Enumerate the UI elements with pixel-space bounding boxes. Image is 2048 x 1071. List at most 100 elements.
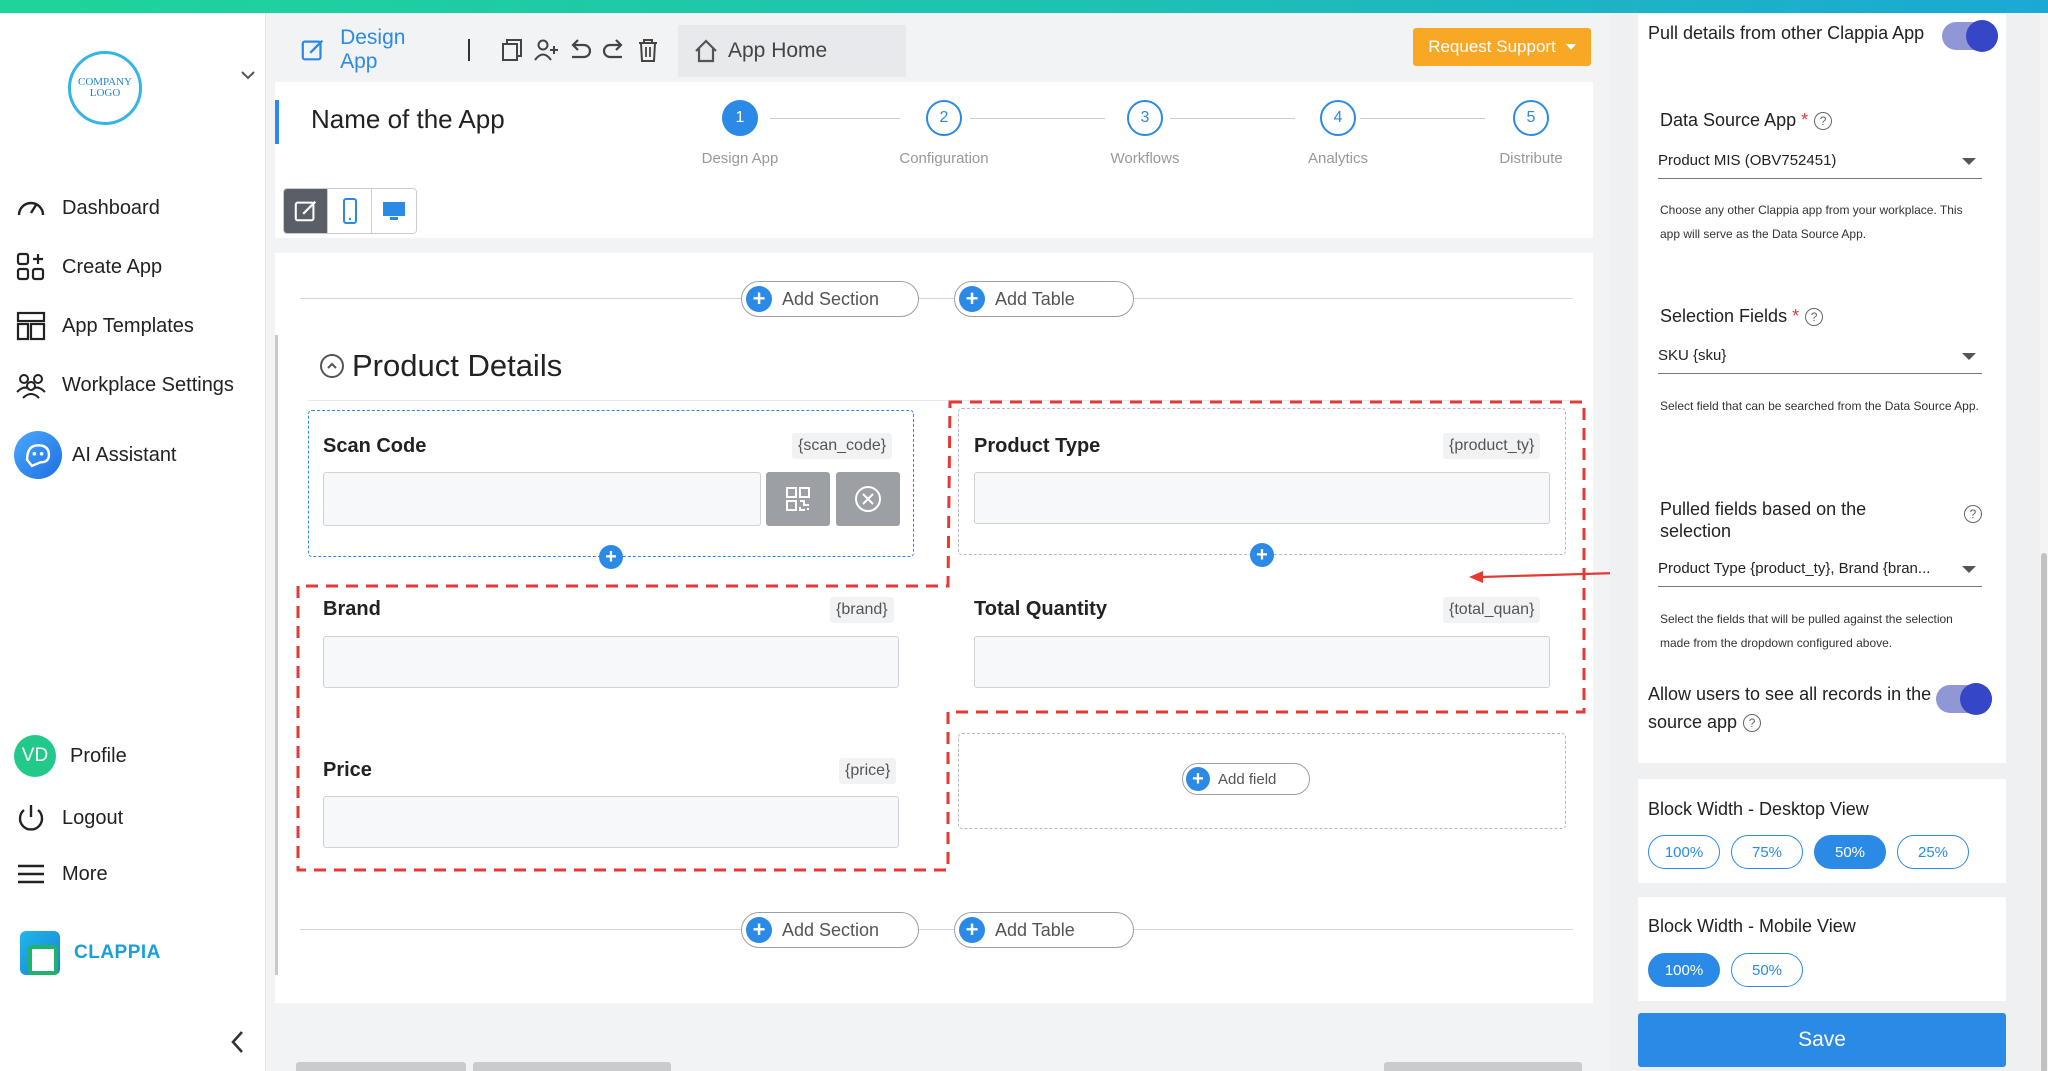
chevron-left-icon[interactable] [226,1027,250,1057]
logo-text: COMPANY LOGO [77,76,132,99]
data-source-label: Data Source App [1660,110,1797,130]
view-toggle [283,188,417,234]
field-label: Price [323,759,372,781]
allow-users-toggle[interactable] [1936,683,1992,715]
mobile-width-option[interactable]: 100% [1648,953,1720,987]
sidebar-item-label: Logout [62,806,124,829]
required-marker: * [1792,306,1800,326]
mobile-width-label: Block Width - Mobile View [1648,916,1856,936]
add-section-button-bottom[interactable]: + Add Section [741,912,919,948]
add-table-button-top[interactable]: + Add Table [954,281,1134,317]
plus-icon: + [746,917,772,943]
desktop-view-button[interactable] [372,189,416,233]
add-table-button-bottom[interactable]: + Add Table [954,912,1134,948]
step-workflows[interactable]: 3 Workflows [1070,100,1220,167]
step-number: 3 [1127,100,1163,136]
help-icon[interactable]: ? [1805,308,1824,327]
selection-fields-help: Select field that can be searched from t… [1660,399,1979,413]
footer-button-stub[interactable] [1384,1062,1582,1071]
sidebar-item-label: App Templates [62,314,194,337]
footer-button-stub[interactable] [473,1062,671,1071]
desktop-width-option[interactable]: 75% [1731,835,1803,869]
sidebar-item-logout[interactable]: Logout [14,801,123,835]
section-title[interactable]: Product Details [320,348,562,384]
mobile-width-option[interactable]: 50% [1731,953,1803,987]
scrollbar-thumb[interactable] [2041,553,2047,1071]
add-table-label: Add Table [995,919,1075,940]
add-table-label: Add Table [995,288,1075,309]
clear-scan-button[interactable] [836,472,900,526]
request-support-button[interactable]: Request Support [1413,28,1591,66]
add-section-label: Add Section [782,919,880,940]
dropdown-arrow-icon [1962,566,1976,573]
mobile-icon [342,198,357,224]
selection-fields-select[interactable]: SKU {sku} [1658,338,1982,374]
add-section-label: Add Section [782,288,880,309]
canvas-scrollbar[interactable] [275,335,278,975]
add-field-below-icon[interactable]: + [599,545,623,569]
data-source-select[interactable]: Product MIS (OBV752451) [1658,143,1982,179]
add-user-icon[interactable] [532,36,560,64]
chevron-down-icon[interactable] [238,65,258,85]
help-icon[interactable]: ? [1743,714,1762,733]
trash-icon[interactable] [634,36,662,64]
add-field-below-icon[interactable]: + [1250,543,1274,567]
help-icon[interactable]: ? [1964,505,1982,523]
pull-details-label: Pull details from other Clappia App [1648,23,1925,43]
add-field-button[interactable]: + Add field [1182,763,1310,795]
footer-button-stub[interactable] [296,1062,466,1071]
step-configuration[interactable]: 2 Configuration [869,100,1019,167]
step-distribute[interactable]: 5 Distribute [1456,100,1606,167]
field-label: Total Quantity [974,598,1107,620]
step-design-app[interactable]: 1 Design App [665,100,815,167]
step-number: 4 [1320,100,1356,136]
desktop-width-option[interactable]: 50% [1814,835,1886,869]
sidebar-item-app-templates[interactable]: App Templates [14,309,194,343]
brand: CLAPPIA [20,931,161,975]
desktop-width-option[interactable]: 100% [1648,835,1720,869]
plus-icon: + [959,917,985,943]
add-section-button-top[interactable]: + Add Section [741,281,919,317]
copy-icon[interactable] [498,36,526,64]
company-logo: COMPANY LOGO [68,51,142,125]
tab-app-home-label: App Home [728,39,828,62]
selection-fields-label-row: Selection Fields *? [1660,302,1824,330]
undo-icon[interactable] [566,36,594,64]
help-icon[interactable]: ? [1814,112,1833,131]
step-label: Workflows [1110,150,1180,167]
total-quantity-input[interactable] [974,636,1550,688]
editor-view-button[interactable] [284,189,328,233]
sidebar-item-ai-assistant[interactable]: AI Assistant [14,431,177,479]
pull-details-toggle[interactable] [1942,20,1998,52]
tab-design-app[interactable]: Design App [280,22,662,78]
tab-app-home[interactable]: App Home [678,25,906,77]
divider [468,39,470,61]
sidebar-item-profile[interactable]: VD Profile [14,735,127,777]
allow-users-label-row: Allow users to see all records in the so… [1648,680,1938,736]
pulled-fields-select[interactable]: Product Type {product_ty}, Brand {bran..… [1658,551,1982,587]
field-label: Brand [323,598,381,620]
mobile-view-button[interactable] [328,189,372,233]
sidebar-item-more[interactable]: More [14,857,108,891]
step-label: Design App [701,150,779,167]
sidebar-item-create-app[interactable]: Create App [14,250,162,284]
redo-icon[interactable] [600,36,628,64]
sidebar-item-dashboard[interactable]: Dashboard [14,191,160,225]
sidebar-item-workplace-settings[interactable]: Workplace Settings [14,368,234,402]
caret-down-icon [1565,44,1576,50]
brand-input[interactable] [323,636,899,688]
panel-scrollbar[interactable] [2040,13,2048,1071]
save-button[interactable]: Save [1638,1013,2006,1067]
tab-design-app-label: Design App [340,26,406,73]
step-analytics[interactable]: 4 Analytics [1263,100,1413,167]
field-variable: {brand} [830,597,894,623]
price-input[interactable] [323,796,899,848]
ai-assistant-icon [14,431,62,479]
allow-users-label: Allow users to see all records in the so… [1648,684,1932,732]
qr-scan-button[interactable] [766,472,830,526]
desktop-width-option[interactable]: 25% [1897,835,1969,869]
product-type-input[interactable] [974,472,1550,524]
sidebar-item-label: Dashboard [62,196,160,219]
add-field-label: Add field [1218,770,1277,788]
scan-code-input[interactable] [323,472,761,526]
